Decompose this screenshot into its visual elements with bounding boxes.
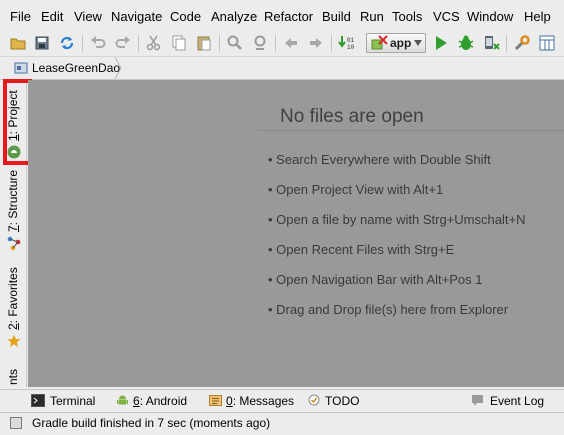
title-divider [258, 130, 564, 131]
breadcrumb-separator-icon [114, 57, 122, 79]
tab-build-variants-label: nts [6, 368, 20, 385]
run-config-label: app [390, 36, 412, 50]
status-message: Gradle build finished in 7 sec (moments … [32, 416, 271, 430]
hint-drag-and-drop: • Drag and Drop file(s) here from Explor… [268, 302, 509, 317]
run-config-dropdown[interactable]: app [366, 33, 426, 53]
sync-icon[interactable] [58, 34, 76, 52]
hint-open-project-view: • Open Project View with Alt+1 [268, 182, 444, 197]
menu-window[interactable]: Window [467, 9, 513, 24]
run-config-icon [371, 35, 388, 50]
back-icon[interactable] [282, 34, 300, 52]
menu-view[interactable]: View [74, 9, 102, 24]
run-icon[interactable] [432, 34, 450, 52]
find-icon[interactable] [226, 34, 244, 52]
svg-text:10: 10 [347, 44, 355, 51]
replace-icon[interactable] [251, 34, 269, 52]
cut-icon[interactable] [145, 34, 163, 52]
toolbar-separator [275, 35, 276, 52]
toolbar-separator [331, 35, 332, 52]
event-log-icon [472, 395, 483, 406]
toolbar-separator [138, 35, 139, 52]
bottom-tool-bar: Terminal 6: Android 0: Messages TODO Eve… [0, 389, 564, 412]
menu-vcs[interactable]: VCS [433, 9, 460, 24]
menu-tools[interactable]: Tools [392, 9, 422, 24]
forward-icon[interactable] [307, 34, 325, 52]
tab-structure-label: 7: Structure [6, 169, 20, 232]
menu-bar: File Edit View Navigate Code Analyze Ref… [0, 0, 564, 31]
todo-icon [308, 394, 320, 406]
menu-analyze[interactable]: Analyze [211, 9, 257, 24]
hint-open-navigation-bar: • Open Navigation Bar with Alt+Pos 1 [268, 272, 483, 287]
breadcrumb-project: LeaseGreenDao [32, 61, 121, 75]
redo-icon[interactable] [114, 34, 132, 52]
menu-navigate[interactable]: Navigate [111, 9, 162, 24]
menu-file[interactable]: File [10, 9, 31, 24]
structure-icon [7, 236, 21, 250]
attach-debugger-icon[interactable] [482, 34, 500, 52]
status-bar: Gradle build finished in 7 sec (moments … [0, 412, 564, 435]
tab-favorites-label: 2: Favorites [6, 267, 20, 330]
toolbar-separator [82, 35, 83, 52]
terminal-icon [31, 394, 45, 407]
hint-open-file-by-name: • Open a file by name with Strg+Umschalt… [268, 212, 526, 227]
tab-structure[interactable]: 7: Structure [0, 170, 27, 254]
messages-icon [209, 395, 222, 406]
tab-build-variants[interactable]: nts [0, 362, 27, 386]
open-folder-icon[interactable] [9, 34, 27, 52]
project-structure-icon[interactable] [538, 34, 556, 52]
tool-windows-toggle-icon[interactable] [10, 417, 22, 429]
make-project-icon[interactable]: 01 10 [338, 34, 356, 52]
toolbar-separator [219, 35, 220, 52]
menu-run[interactable]: Run [360, 9, 384, 24]
menu-help[interactable]: Help [524, 9, 551, 24]
menu-build[interactable]: Build [322, 9, 351, 24]
star-icon [7, 334, 21, 347]
paste-icon[interactable] [195, 34, 213, 52]
debug-icon[interactable] [457, 34, 475, 52]
android-icon [117, 395, 128, 405]
hint-search-everywhere: • Search Everywhere with Double Shift [268, 152, 491, 167]
menu-code[interactable]: Code [170, 9, 201, 24]
copy-icon[interactable] [170, 34, 188, 52]
hint-open-recent-files: • Open Recent Files with Strg+E [268, 242, 455, 257]
no-files-title: No files are open [280, 106, 424, 127]
main-toolbar: 01 10 app [0, 31, 564, 56]
project-folder-icon [14, 62, 28, 74]
menu-refactor[interactable]: Refactor [264, 9, 313, 24]
chevron-down-icon [414, 40, 422, 46]
navigation-bar: LeaseGreenDao [0, 56, 564, 80]
toolbar-separator [506, 35, 507, 52]
settings-icon[interactable] [513, 34, 531, 52]
tab-favorites[interactable]: 2: Favorites [0, 267, 27, 350]
save-icon[interactable] [33, 34, 51, 52]
svg-text:01: 01 [347, 37, 355, 44]
menu-edit[interactable]: Edit [41, 9, 63, 24]
undo-icon[interactable] [89, 34, 107, 52]
